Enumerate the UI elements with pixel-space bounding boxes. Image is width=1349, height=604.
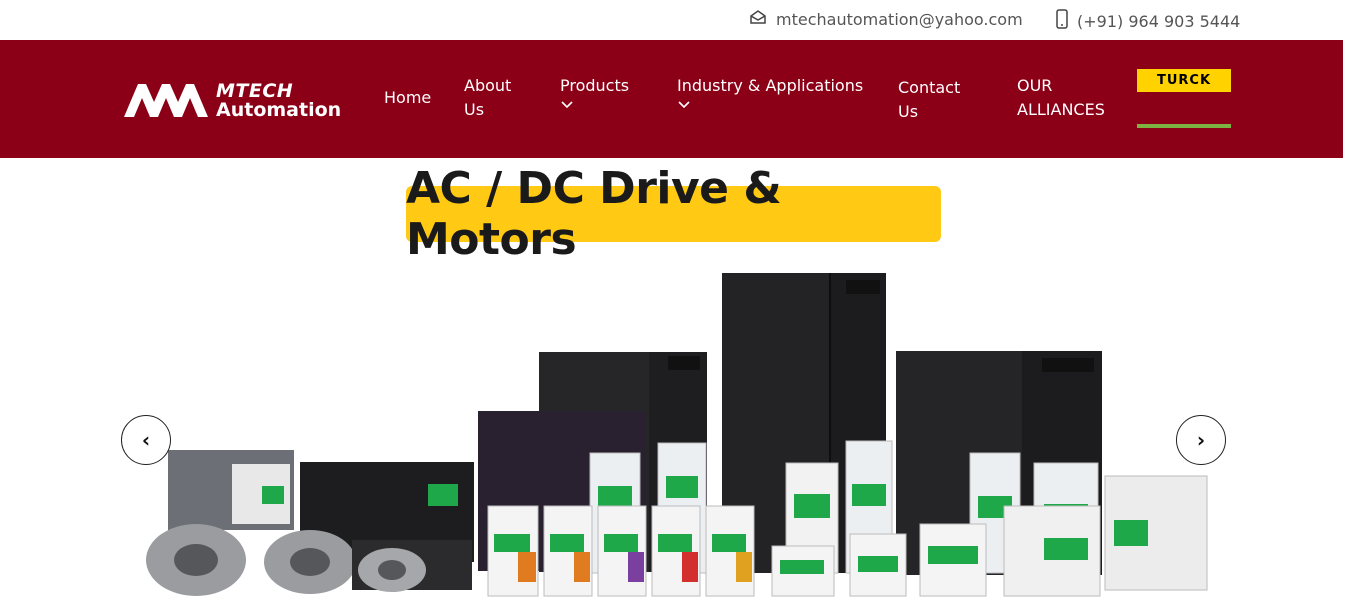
nav-contact[interactable]: Contact Us xyxy=(898,76,978,124)
drives-motors-product-image xyxy=(146,273,1208,597)
site-logo[interactable]: MTECH Automation xyxy=(124,82,341,120)
mtech-logo-mark-icon xyxy=(124,84,208,117)
partner-logo-strip xyxy=(1137,124,1231,128)
nav-products-label: Products xyxy=(560,76,630,95)
nav-alliances[interactable]: OUR ALLIANCES xyxy=(1017,74,1117,122)
chevron-right-icon: › xyxy=(1196,428,1206,452)
carousel-next-button[interactable]: › xyxy=(1176,415,1226,465)
email-contact[interactable]: mtechautomation@yahoo.com xyxy=(749,9,1023,29)
carousel-prev-button[interactable]: ‹ xyxy=(121,415,171,465)
nav-industry-label: Industry & Applications xyxy=(677,76,864,95)
top-contact-bar: mtechautomation@yahoo.com (+91) 964 903 … xyxy=(0,0,1349,40)
turck-logo-text: TURCK xyxy=(1156,73,1212,88)
nav-industry[interactable]: Industry & Applications xyxy=(677,74,863,110)
chevron-down-icon xyxy=(561,101,573,109)
nav-about[interactable]: About Us xyxy=(464,74,534,122)
brand-line2: Automation xyxy=(216,99,342,121)
mobile-phone-icon xyxy=(1056,9,1068,33)
phone-contact[interactable]: (+91) 964 903 5444 xyxy=(1056,9,1240,33)
phone-text[interactable]: (+91) 964 903 5444 xyxy=(1077,12,1240,31)
chevron-down-icon xyxy=(678,101,690,109)
email-text[interactable]: mtechautomation@yahoo.com xyxy=(776,10,1023,29)
chevron-left-icon: ‹ xyxy=(141,428,151,452)
brand-name: MTECH Automation xyxy=(216,82,341,120)
nav-home[interactable]: Home xyxy=(384,86,431,110)
main-header: MTECH Automation Home About Us Products … xyxy=(0,40,1343,158)
turck-partner-logo[interactable]: TURCK xyxy=(1137,69,1231,92)
envelope-icon xyxy=(749,9,767,29)
nav-products[interactable]: Products xyxy=(560,74,629,110)
